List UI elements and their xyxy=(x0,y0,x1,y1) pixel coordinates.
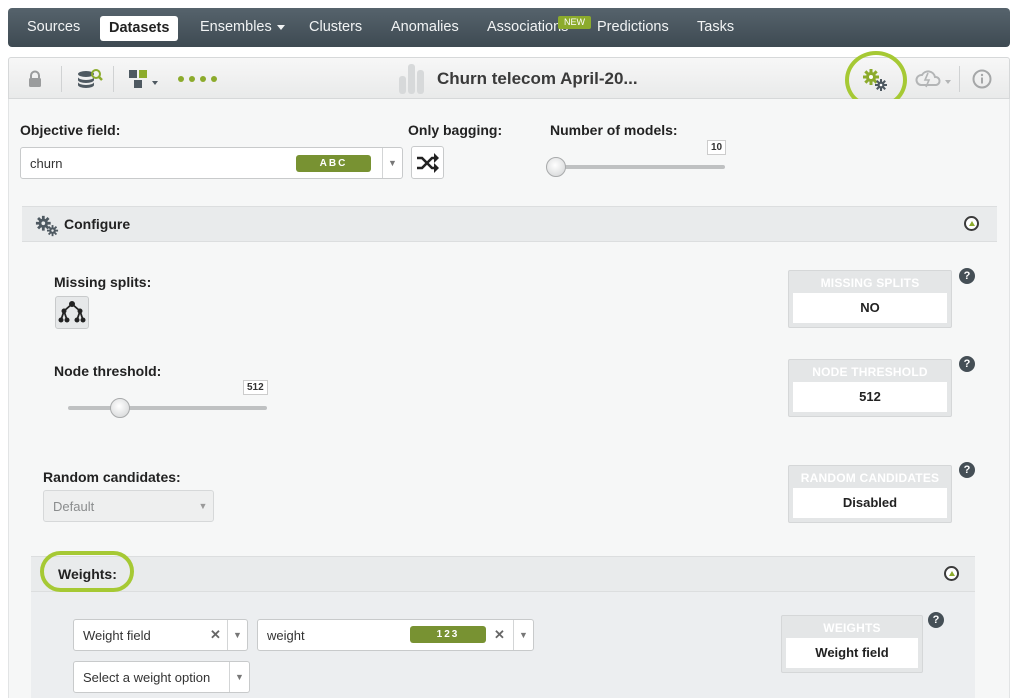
nav-tasks[interactable]: Tasks xyxy=(697,19,734,35)
toolbar-divider xyxy=(61,66,62,92)
summary-weights-title: WEIGHTS xyxy=(823,621,881,635)
summary-node-threshold-title: NODE THRESHOLD xyxy=(812,365,928,379)
weights-highlight xyxy=(40,551,134,592)
clear-icon[interactable]: ✕ xyxy=(494,627,505,643)
summary-missing-splits: MISSING SPLITS NO xyxy=(788,270,952,328)
weight-type-value: Weight field xyxy=(83,628,151,643)
node-threshold-label: Node threshold: xyxy=(54,363,162,379)
weight-option-placeholder: Select a weight option xyxy=(83,670,211,685)
configure-section-header[interactable]: Configure xyxy=(22,206,997,242)
missing-splits-toggle-button[interactable] xyxy=(55,296,89,329)
summary-missing-splits-value: NO xyxy=(793,293,947,323)
toolbar-divider xyxy=(113,66,114,92)
only-bagging-label: Only bagging: xyxy=(408,122,503,138)
help-icon[interactable]: ? xyxy=(928,612,944,628)
nav-ensembles-label: Ensembles xyxy=(200,19,272,35)
summary-random-candidates-value: Disabled xyxy=(793,488,947,518)
objective-field-label: Objective field: xyxy=(20,122,121,138)
weight-field-select[interactable]: weight 123 ✕ ▼ xyxy=(257,619,534,651)
model-type-icon[interactable] xyxy=(128,69,160,89)
field-type-badge: ABC xyxy=(296,155,371,172)
random-candidates-select[interactable]: Default ▼ xyxy=(43,490,214,522)
node-threshold-slider-track[interactable] xyxy=(68,406,267,410)
tree-split-icon xyxy=(58,301,86,323)
summary-weights-value: Weight field xyxy=(786,638,918,668)
page-title: Churn telecom April-20... xyxy=(437,69,638,88)
help-icon[interactable]: ? xyxy=(959,462,975,478)
nav-datasets[interactable]: Datasets xyxy=(100,16,179,41)
nav-sources[interactable]: Sources xyxy=(27,19,80,35)
dropdown-arrow-icon[interactable]: ▼ xyxy=(382,148,402,178)
dropdown-arrow-icon[interactable]: ▼ xyxy=(227,620,247,650)
help-icon[interactable]: ? xyxy=(959,356,975,372)
random-candidates-value: Default xyxy=(53,499,95,514)
weight-option-select[interactable]: Select a weight option ▼ xyxy=(73,661,250,693)
weight-field-value: weight xyxy=(267,628,305,643)
models-slider-handle[interactable] xyxy=(546,157,566,177)
summary-weights: WEIGHTS Weight field xyxy=(781,615,923,673)
chevron-down-icon xyxy=(276,24,285,30)
objective-field-select[interactable]: churn ABC ▼ xyxy=(20,147,403,179)
toolbar-divider xyxy=(959,66,960,92)
summary-node-threshold-value: 512 xyxy=(793,382,947,412)
info-icon[interactable] xyxy=(972,69,992,89)
main-nav: Sources Datasets Ensembles Clusters Anom… xyxy=(8,8,1010,47)
dropdown-arrow-icon[interactable]: ▼ xyxy=(193,491,213,521)
bagging-toggle-button[interactable] xyxy=(411,146,444,179)
summary-random-candidates: RANDOM CANDIDATES Disabled xyxy=(788,465,952,523)
dropdown-arrow-icon[interactable]: ▼ xyxy=(229,662,249,692)
models-slider-track[interactable] xyxy=(556,165,725,169)
configure-gears-icon xyxy=(35,215,59,237)
summary-random-candidates-title: RANDOM CANDIDATES xyxy=(800,471,940,485)
missing-splits-label: Missing splits: xyxy=(54,274,152,290)
configure-section-title: Configure xyxy=(64,216,131,232)
node-threshold-slider-value: 512 xyxy=(243,380,268,395)
summary-missing-splits-title: MISSING SPLITS xyxy=(820,276,920,290)
weight-type-select[interactable]: Weight field ✕ ▼ xyxy=(73,619,248,651)
sync-cloud-icon[interactable] xyxy=(915,69,953,89)
weights-section-header[interactable]: Weights: xyxy=(31,556,975,592)
nav-predictions[interactable]: Predictions xyxy=(597,19,669,35)
shuffle-icon xyxy=(417,153,439,173)
nav-ensembles[interactable]: Ensembles xyxy=(200,19,285,35)
more-dots-icon[interactable] xyxy=(177,75,219,83)
collapse-configure-icon[interactable] xyxy=(964,216,979,231)
lock-icon[interactable] xyxy=(27,70,43,88)
objective-field-value: churn xyxy=(30,156,63,171)
toolbar: Churn telecom April-20... xyxy=(8,51,1010,109)
summary-node-threshold: NODE THRESHOLD 512 xyxy=(788,359,952,417)
node-threshold-slider-handle[interactable] xyxy=(109,398,130,418)
dataset-search-icon[interactable] xyxy=(77,68,103,90)
clear-icon[interactable]: ✕ xyxy=(210,627,221,643)
collapse-weights-icon[interactable] xyxy=(944,566,959,581)
help-icon[interactable]: ? xyxy=(959,268,975,284)
models-slider-value: 10 xyxy=(707,140,727,155)
new-badge: NEW xyxy=(558,16,591,29)
field-type-badge: 123 xyxy=(410,626,486,643)
nav-anomalies[interactable]: Anomalies xyxy=(391,19,459,35)
random-candidates-label: Random candidates: xyxy=(43,469,181,485)
nav-associations[interactable]: Associations xyxy=(487,19,568,35)
nav-clusters[interactable]: Clusters xyxy=(309,19,362,35)
dropdown-arrow-icon[interactable]: ▼ xyxy=(513,620,533,650)
number-of-models-label: Number of models: xyxy=(550,122,678,138)
config-panel: Objective field: churn ABC ▼ Only baggin… xyxy=(8,99,1010,698)
ensemble-bars-icon xyxy=(399,64,435,94)
